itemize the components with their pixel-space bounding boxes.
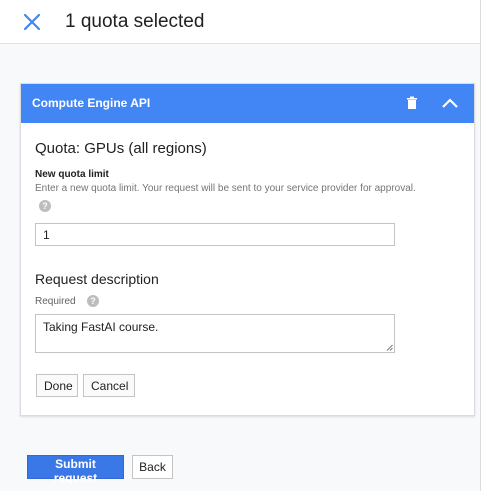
close-button[interactable]: [20, 10, 44, 34]
close-icon[interactable]: [20, 10, 44, 34]
resize-grip-icon[interactable]: [386, 344, 393, 351]
panel-header: Compute Engine API: [21, 84, 474, 123]
done-button[interactable]: Done: [36, 374, 78, 397]
quota-name: Quota: GPUs (all regions): [35, 140, 207, 157]
help-icon[interactable]: ?: [39, 200, 51, 212]
help-icon[interactable]: ?: [87, 295, 99, 307]
description-heading: Request description: [35, 271, 159, 287]
panel-title: Compute Engine API: [32, 96, 151, 110]
request-description-textarea[interactable]: Taking FastAI course.: [35, 314, 395, 353]
trash-icon[interactable]: [405, 96, 419, 110]
quota-edit-panel: Compute Engine API Quota: GPUs (all regi…: [20, 83, 475, 416]
new-limit-hint: Enter a new quota limit. Your request wi…: [35, 183, 416, 194]
back-button[interactable]: Back: [132, 455, 173, 479]
collapse-button[interactable]: [441, 96, 459, 110]
delete-button[interactable]: [405, 96, 419, 110]
submit-request-button[interactable]: Submit request: [27, 455, 124, 485]
top-bar: 1 quota selected: [0, 0, 481, 44]
chevron-up-icon[interactable]: [441, 96, 459, 110]
quota-limit-input[interactable]: [35, 223, 395, 246]
required-label: Required: [35, 296, 76, 307]
page-title: 1 quota selected: [65, 11, 205, 32]
cancel-button[interactable]: Cancel: [83, 374, 135, 397]
new-limit-label: New quota limit: [35, 169, 109, 180]
